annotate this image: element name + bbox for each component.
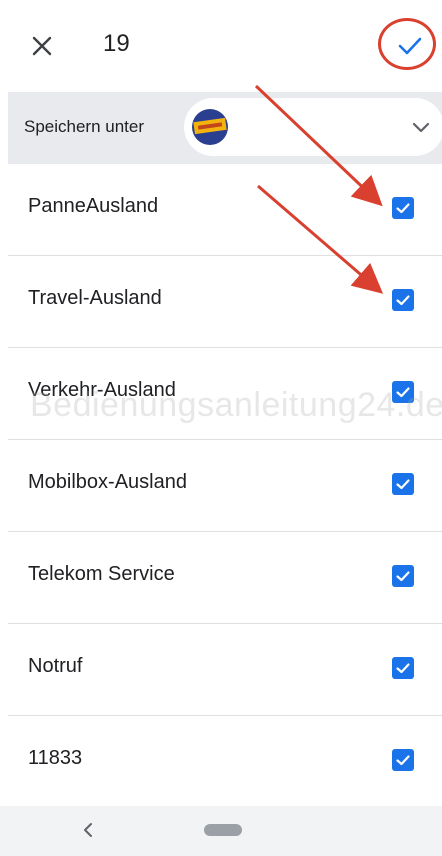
contact-checkbox[interactable] (392, 381, 414, 403)
account-avatar (192, 109, 228, 145)
save-to-label: Speichern unter (24, 117, 145, 136)
checkmark-icon (396, 755, 410, 766)
home-pill[interactable] (204, 824, 242, 836)
contact-row[interactable]: Telekom Service (8, 532, 442, 624)
checkmark-icon (396, 571, 410, 582)
contact-name: Mobilbox-Ausland (28, 471, 187, 493)
contact-checkbox[interactable] (392, 657, 414, 679)
back-icon[interactable] (78, 820, 98, 840)
checkmark-icon (396, 387, 410, 398)
checkmark-icon (396, 203, 410, 214)
contact-name: 11833 (28, 747, 83, 769)
contact-name: Notruf (28, 655, 83, 677)
contact-checkbox[interactable] (392, 197, 414, 219)
checkmark-icon (396, 663, 410, 674)
contact-checkbox[interactable] (392, 565, 414, 587)
contact-row[interactable]: Notruf (8, 624, 442, 716)
check-icon (398, 37, 422, 55)
contact-row[interactable]: 11833 (8, 716, 442, 807)
contact-checkbox[interactable] (392, 289, 414, 311)
contact-checkbox[interactable] (392, 473, 414, 495)
contact-row[interactable]: Travel-Ausland (8, 256, 442, 348)
confirm-button[interactable] (390, 26, 430, 66)
selection-count: 19 (103, 30, 130, 57)
contact-name: Travel-Ausland (28, 287, 162, 309)
close-button[interactable] (22, 26, 62, 66)
contact-row[interactable]: PanneAusland (8, 164, 442, 256)
close-icon (32, 36, 52, 56)
contact-name: Telekom Service (28, 563, 175, 585)
contact-checkbox[interactable] (392, 749, 414, 771)
system-nav-bar (0, 806, 442, 856)
contact-name: Verkehr-Ausland (28, 379, 176, 401)
chevron-down-icon (412, 122, 430, 133)
contact-name: PanneAusland (28, 195, 159, 217)
checkmark-icon (396, 479, 410, 490)
account-dropdown[interactable] (184, 98, 442, 156)
screen: 19 Speichern unter PanneAusland Travel-A… (0, 0, 442, 856)
contact-row[interactable]: Verkehr-Ausland (8, 348, 442, 440)
top-bar: 19 (0, 0, 442, 88)
contact-list: PanneAusland Travel-Ausland Verkehr-Ausl… (8, 164, 442, 807)
save-to-bar: Speichern unter (8, 92, 442, 164)
checkmark-icon (396, 295, 410, 306)
contact-row[interactable]: Mobilbox-Ausland (8, 440, 442, 532)
